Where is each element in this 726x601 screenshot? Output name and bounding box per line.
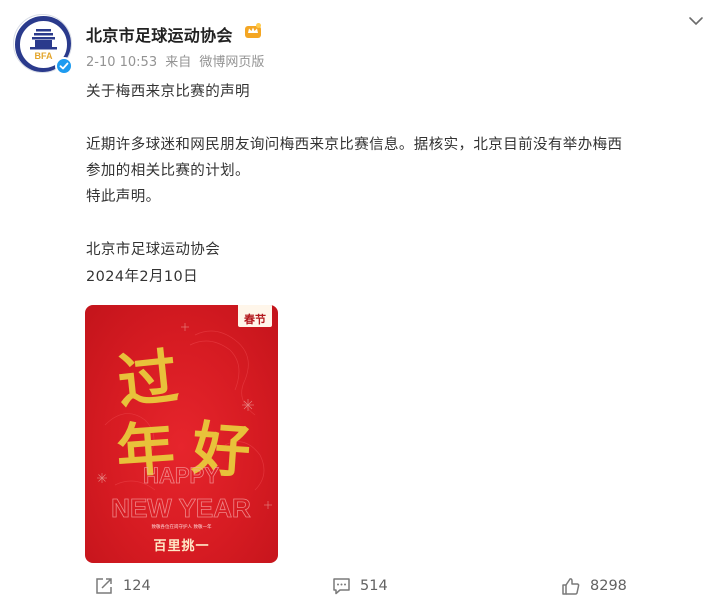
post-sign-date: 2024年2月10日: [86, 269, 199, 285]
verified-check-icon: [55, 57, 73, 75]
headline-char-1: 过: [114, 342, 181, 418]
post-body-line1: 近期许多球迷和网民朋友询问梅西来京比赛信息。据核实，北京目前没有举办梅西: [86, 137, 623, 153]
card-title: 百里挑一: [153, 539, 210, 554]
post-meta: 2-10 10:53 来自 微博网页版: [86, 51, 268, 70]
thumbs-up-icon: [562, 577, 580, 595]
repost-count: 124: [123, 578, 151, 594]
english-line1: HAPPY: [143, 463, 219, 488]
repost-button[interactable]: 124: [95, 574, 151, 598]
post-body-line2: 参加的相关比赛的计划。: [86, 163, 250, 179]
share-arrow-icon: [96, 578, 112, 594]
post-source: 微博网页版: [199, 55, 265, 70]
like-count: 8298: [590, 578, 627, 594]
action-bar: 124 514 8298: [0, 574, 726, 598]
post-signature: 北京市足球运动协会: [86, 242, 221, 258]
comment-button[interactable]: 514: [332, 574, 388, 598]
source-prefix: 来自: [165, 55, 192, 70]
card-caption: 致敬各位在岗守护人 致敬一年: [151, 525, 212, 530]
comment-bubble-icon: [333, 578, 350, 595]
like-button[interactable]: 8298: [561, 574, 627, 598]
comment-count: 514: [360, 578, 388, 594]
member-crown-icon[interactable]: [244, 22, 262, 39]
avatar-text: BFA: [35, 51, 54, 61]
post-image[interactable]: 过 年 好 HAPPY NEW YEAR 春节 致敬各位在岗守护人 致敬一年 百…: [85, 305, 278, 563]
account-name[interactable]: 北京市足球运动协会: [86, 22, 233, 46]
post-title-line: 关于梅西来京比赛的声明: [86, 84, 250, 100]
english-line2: NEW YEAR: [111, 493, 251, 523]
chevron-down-icon[interactable]: [688, 12, 704, 26]
spring-tag-label: 春节: [244, 313, 266, 326]
post-body-line3: 特此声明。: [86, 189, 161, 205]
post-date[interactable]: 2-10 10:53: [86, 55, 157, 70]
spring-festival-tag: 春节: [238, 305, 272, 327]
